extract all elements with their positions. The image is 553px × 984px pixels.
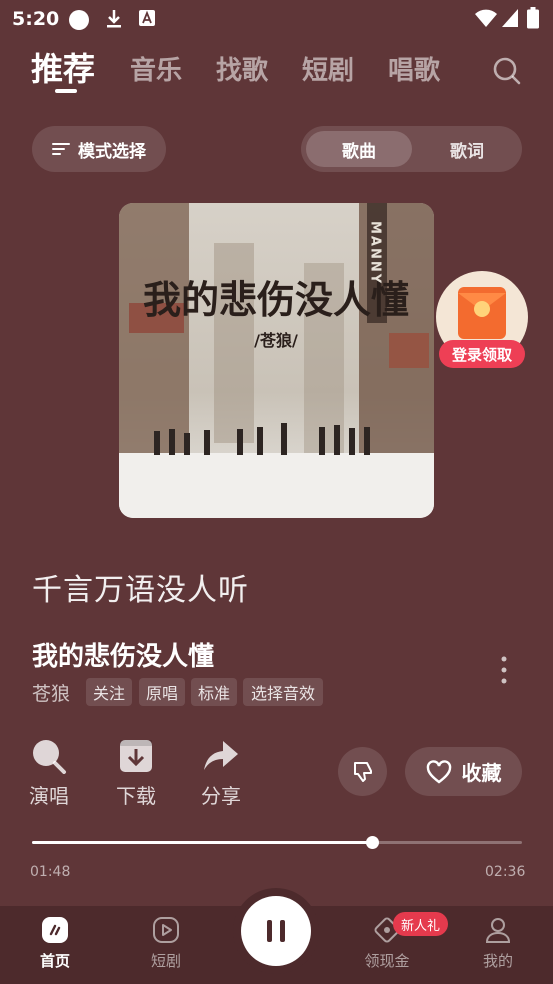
album-sign-text: MANNY (368, 221, 383, 285)
sound-effect-chip[interactable]: 选择音效 (243, 678, 323, 706)
download-notification-icon (104, 9, 124, 33)
nav-me[interactable]: 我的 (458, 916, 538, 971)
pause-icon (267, 920, 285, 942)
heart-icon (426, 759, 451, 784)
dislike-button[interactable] (338, 747, 387, 796)
thumbs-down-icon (353, 761, 372, 782)
list-filter-icon (52, 143, 70, 155)
total-time: 02:36 (485, 864, 526, 880)
promo-label: 登录领取 (439, 340, 525, 368)
user-icon (485, 918, 511, 943)
song-title: 我的悲伤没人懂 (32, 642, 215, 672)
share-button[interactable]: 分享 (191, 738, 251, 809)
artist-name[interactable]: 苍狼 (32, 679, 70, 706)
sing-label: 演唱 (29, 784, 69, 808)
share-icon (204, 741, 238, 770)
signal-icon (501, 8, 519, 32)
song-lyrics-toggle: 歌曲 歌词 (301, 126, 522, 172)
segment-lyrics[interactable]: 歌词 (417, 131, 517, 167)
app-notification-icon (138, 9, 156, 31)
sing-button[interactable]: 演唱 (19, 738, 79, 809)
share-label: 分享 (201, 784, 241, 808)
original-chip[interactable]: 原唱 (139, 678, 185, 706)
nav-home[interactable]: 首页 (15, 916, 95, 971)
download-label: 下载 (116, 784, 156, 808)
bottom-navigation: 首页 短剧 领现金 新人礼 我的 (0, 888, 553, 984)
tab-sing[interactable]: 唱歌 (388, 50, 440, 87)
mode-select-label: 模式选择 (78, 141, 146, 162)
progress-handle[interactable] (365, 836, 379, 849)
search-icon[interactable] (492, 56, 522, 90)
follow-chip[interactable]: 关注 (86, 678, 132, 706)
mode-select-button[interactable]: 模式选择 (32, 126, 166, 172)
progress-bar[interactable] (32, 836, 522, 849)
favorite-label: 收藏 (461, 761, 502, 785)
progress-fill (32, 841, 372, 844)
current-time: 01:48 (30, 864, 71, 880)
tab-short-drama[interactable]: 短剧 (302, 50, 354, 87)
login-reward-promo[interactable]: 登录领取 (436, 271, 528, 368)
favorite-button[interactable]: 收藏 (405, 747, 522, 796)
tab-music[interactable]: 音乐 (130, 50, 182, 87)
nav-short-drama[interactable]: 短剧 (126, 916, 206, 971)
album-cover[interactable]: 我的悲伤没人懂 /苍狼/ MANNY (119, 203, 434, 518)
album-artist-text: /苍狼/ (254, 331, 298, 350)
newbie-gift-badge: 新人礼 (393, 912, 449, 936)
active-tab-indicator (55, 89, 77, 93)
download-icon (120, 740, 152, 772)
tab-find-song[interactable]: 找歌 (216, 50, 268, 87)
home-music-icon (42, 917, 68, 943)
download-button[interactable]: 下载 (106, 738, 166, 809)
nav-rewards-label: 领现金 (364, 952, 410, 970)
circle-notification-icon (68, 9, 90, 35)
current-lyric-line: 千言万语没人听 (32, 573, 249, 608)
status-time: 5:20 (12, 8, 60, 30)
nav-me-label: 我的 (482, 952, 513, 970)
status-bar: 5:20 (0, 0, 553, 38)
quality-chip[interactable]: 标准 (191, 678, 237, 706)
play-circle-icon (153, 917, 179, 943)
wifi-icon (474, 8, 498, 32)
more-options-icon[interactable] (494, 655, 514, 685)
microphone-icon (33, 740, 66, 774)
segment-song[interactable]: 歌曲 (306, 131, 412, 167)
nav-short-drama-label: 短剧 (150, 952, 181, 970)
pause-button[interactable] (241, 896, 311, 966)
battery-icon (527, 7, 539, 33)
nav-home-label: 首页 (39, 952, 70, 970)
tab-recommend[interactable]: 推荐 (31, 44, 95, 90)
